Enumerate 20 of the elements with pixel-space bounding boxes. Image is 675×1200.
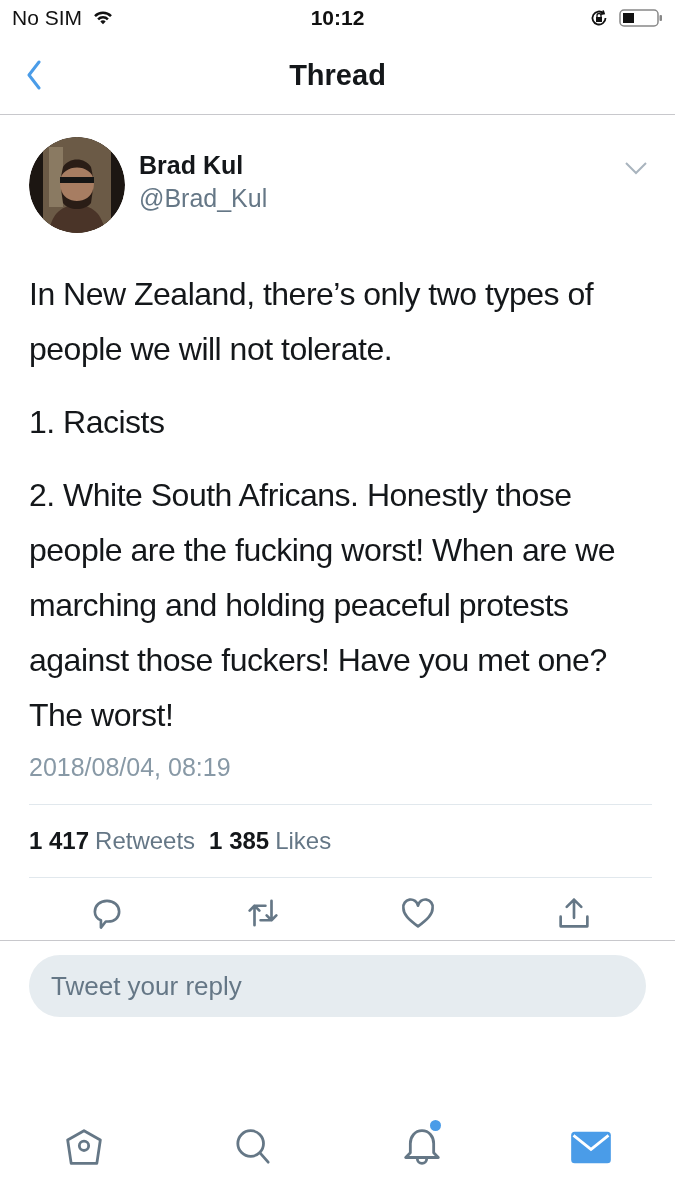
user-handle[interactable]: @Brad_Kul [139,184,268,213]
tweet-text: 1. Racists [29,403,166,442]
heart-icon[interactable] [401,896,436,930]
stat-count[interactable]: 1 385 [209,827,270,854]
tweet-text: In New Zealand, there’s only two types of people we will not tolerate. [29,275,595,369]
back-icon[interactable] [26,60,42,90]
carrier-label: No SIM [12,6,82,30]
wifi-icon [92,10,114,26]
tweet-text: 2. White South Africans. Honestly those people are the fucking worst! When are we marching and holding peaceful protests against those fuckers! Have you met one? The worst! [29,476,617,735]
rotation-lock-icon [589,8,609,28]
stat-label[interactable]: Likes [275,827,332,854]
reply-field[interactable]: Tweet your reply [29,955,646,1017]
display-name[interactable]: Brad Kul [139,151,268,180]
nav-title: Thread [289,58,386,92]
tweet-timestamp: 2018/08/04, 08:19 [29,753,652,805]
share-icon[interactable] [557,896,592,930]
battery-icon [619,8,663,28]
stat-label[interactable]: Retweets [95,827,196,854]
stat-count[interactable]: 1 417 [29,827,90,854]
status-time: 10:12 [310,6,365,30]
